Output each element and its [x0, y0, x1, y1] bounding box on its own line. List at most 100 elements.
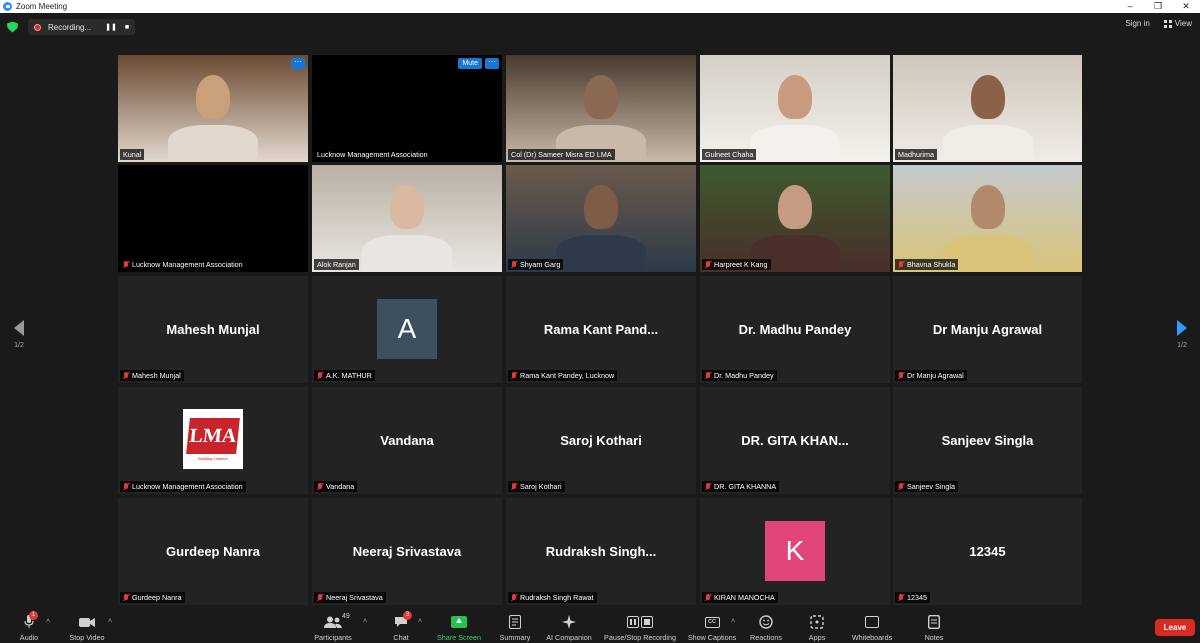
participant-tile[interactable]: Shyam Garg: [506, 165, 696, 272]
audio-button[interactable]: 1 Audio: [14, 608, 44, 643]
encryption-shield-icon[interactable]: [7, 21, 18, 33]
chat-label: Chat: [393, 633, 409, 642]
participant-tile[interactable]: Dr. Madhu Pandey Dr. Madhu Pandey: [700, 276, 890, 383]
participant-display-name: Vandana: [380, 433, 434, 448]
more-options-icon[interactable]: ···: [485, 58, 499, 69]
participant-tile[interactable]: K KIRAN MANOCHA: [700, 498, 890, 605]
window-controls: – ❐ ✕: [1116, 0, 1200, 13]
summary-button[interactable]: Summary: [496, 608, 534, 643]
muted-microphone-icon: [705, 260, 711, 269]
pause-recording-icon[interactable]: ❚❚: [105, 23, 117, 31]
chat-button[interactable]: 3 Chat: [386, 608, 416, 643]
participant-tile[interactable]: Mute ··· Lucknow Management Association: [312, 55, 502, 162]
pause-stop-recording-button[interactable]: Pause/Stop Recording: [602, 608, 678, 643]
window-title: Zoom Meeting: [16, 2, 68, 11]
minimize-button[interactable]: –: [1116, 0, 1144, 13]
participant-tile[interactable]: Mahesh Munjal Mahesh Munjal: [118, 276, 308, 383]
participant-name-label: Kunal: [120, 149, 145, 160]
window-titlebar: Zoom Meeting – ❐ ✕: [0, 0, 1200, 13]
participant-tile[interactable]: Madhurima: [893, 55, 1082, 162]
notes-icon: [928, 615, 940, 629]
share-screen-icon: [451, 616, 467, 628]
participant-tile[interactable]: Rama Kant Pand... Rama Kant Pandey, Luckn…: [506, 276, 696, 383]
notes-button[interactable]: Notes: [920, 608, 948, 643]
participant-tile[interactable]: Alok Ranjan: [312, 165, 502, 272]
ai-companion-label: AI Companion: [546, 633, 592, 642]
participant-tile[interactable]: Harpreet K Kang: [700, 165, 890, 272]
participant-tile[interactable]: 12345 12345: [893, 498, 1082, 605]
apps-icon: [810, 615, 824, 629]
lma-logo: LMA Building Leaders: [183, 409, 243, 469]
audio-label: Audio: [19, 633, 39, 642]
participants-button[interactable]: 49 Participants: [310, 608, 356, 643]
maximize-button[interactable]: ❐: [1144, 0, 1172, 13]
participant-display-name: Neeraj Srivastava: [352, 544, 462, 559]
participants-options-chevron-icon[interactable]: ˄: [363, 618, 367, 625]
stop-recording-icon[interactable]: ■: [125, 24, 129, 31]
video-feed: [700, 165, 890, 272]
more-options-icon[interactable]: ···: [291, 58, 305, 69]
mute-participant-button[interactable]: Mute: [458, 58, 482, 69]
participant-tile[interactable]: Vandana Vandana: [312, 387, 502, 494]
participant-name-label: Gurdeep Nanra: [120, 592, 185, 603]
participant-tile[interactable]: Gurdeep Nanra Gurdeep Nanra: [118, 498, 308, 605]
recording-dot-icon: [34, 23, 41, 31]
summary-label: Summary: [499, 633, 531, 642]
view-label: View: [1174, 19, 1192, 28]
close-button[interactable]: ✕: [1172, 0, 1200, 13]
sign-in-link[interactable]: Sign in: [1125, 19, 1149, 28]
chat-options-chevron-icon[interactable]: ˄: [418, 618, 422, 625]
apps-label: Apps: [808, 633, 826, 642]
video-feed: [506, 165, 696, 272]
participant-tile[interactable]: Dr Manju Agrawal Dr Manju Agrawal: [893, 276, 1082, 383]
participant-tile[interactable]: Lucknow Management Association: [118, 165, 308, 272]
pause-icon: [627, 616, 639, 628]
view-button[interactable]: View: [1163, 19, 1192, 28]
apps-button[interactable]: Apps: [802, 608, 832, 643]
participant-name-label: Lucknow Management Association: [314, 149, 431, 160]
participant-tile[interactable]: Rudraksh Singh... Rudraksh Singh Rawat: [506, 498, 696, 605]
captions-options-chevron-icon[interactable]: ˄: [731, 618, 735, 625]
audio-badge: 1: [29, 611, 38, 620]
participant-tile[interactable]: Sanjeev Singla Sanjeev Singla: [893, 387, 1082, 494]
participant-tile[interactable]: Saroj Kothari Saroj Kothari: [506, 387, 696, 494]
leave-button[interactable]: Leave: [1155, 619, 1195, 636]
ai-companion-button[interactable]: AI Companion: [544, 608, 594, 643]
participant-name-label: Bhavna Shukla: [895, 259, 959, 270]
participant-tile[interactable]: LMA Building Leaders Lucknow Management As…: [118, 387, 308, 494]
participant-display-name: Mahesh Munjal: [166, 322, 260, 337]
notes-label: Notes: [924, 633, 944, 642]
next-page-button[interactable]: 1/2: [1172, 320, 1192, 349]
share-screen-button[interactable]: Share Screen: [436, 608, 482, 643]
video-options-chevron-icon[interactable]: ˄: [108, 618, 112, 625]
audio-options-chevron-icon[interactable]: ˄: [46, 618, 50, 625]
participant-display-name: Saroj Kothari: [560, 433, 642, 448]
participant-name-label: Lucknow Management Association: [120, 259, 246, 270]
whiteboards-button[interactable]: Whiteboards: [848, 608, 896, 643]
muted-microphone-icon: [898, 260, 904, 269]
participant-name-label: 12345: [895, 592, 930, 603]
participant-name-label: Gulneet Chaha: [702, 149, 757, 160]
participant-display-name: Sanjeev Singla: [941, 433, 1034, 448]
participant-name-label: Mahesh Munjal: [120, 370, 184, 381]
participant-name-label: Rama Kant Pandey, Lucknow: [508, 370, 618, 381]
share-screen-label: Share Screen: [437, 633, 481, 642]
participant-tile[interactable]: Col (Dr) Sameer Misra ED LMA: [506, 55, 696, 162]
avatar: K: [765, 521, 825, 581]
previous-page-button[interactable]: 1/2: [9, 320, 29, 349]
muted-microphone-icon: [898, 593, 904, 602]
stop-video-button[interactable]: Stop Video: [66, 608, 108, 643]
meeting-toolbar: 1 Audio ˄ Stop Video ˄ 49 Participants ˄…: [0, 608, 1200, 643]
participant-tile[interactable]: DR. GITA KHAN... DR. GITA KHANNA: [700, 387, 890, 494]
participant-tile[interactable]: A A.K. MATHUR: [312, 276, 502, 383]
participant-tile[interactable]: ··· Kunal: [118, 55, 308, 162]
participant-display-name: Rudraksh Singh...: [545, 544, 657, 559]
reactions-button[interactable]: Reactions: [748, 608, 784, 643]
participant-tile[interactable]: Bhavna Shukla: [893, 165, 1082, 272]
muted-microphone-icon: [317, 482, 323, 491]
show-captions-button[interactable]: CC Show Captions: [686, 608, 738, 643]
participant-tile[interactable]: Neeraj Srivastava Neeraj Srivastava: [312, 498, 502, 605]
participants-label: Participants: [314, 633, 352, 642]
grid-view-icon: [1163, 19, 1172, 28]
participant-tile[interactable]: Gulneet Chaha: [700, 55, 890, 162]
